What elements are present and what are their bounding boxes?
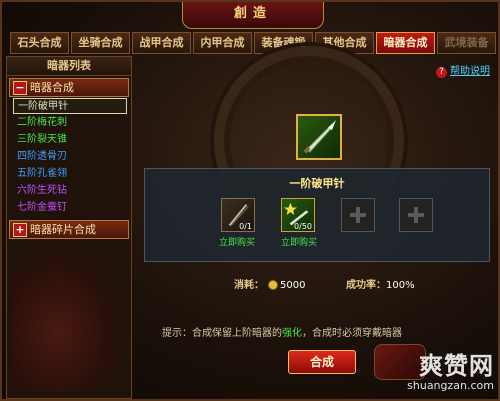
decorative-chest-image (11, 242, 127, 392)
recipe-item-name: 一阶破甲针 (289, 177, 345, 190)
list-item-tier5[interactable]: 五阶孔雀翎 (13, 166, 127, 182)
buy-now-link-2[interactable]: 立即购买 (281, 235, 317, 248)
tab-bar: 石头合成 坐骑合成 战甲合成 内甲合成 装备魂锻 其他合成 暗器合成 武境装备 (10, 32, 496, 54)
plus-icon (350, 207, 366, 223)
recipe-panel: 一阶破甲针 0/1 立即购买 0/50 立即购买 (144, 168, 490, 262)
collapse-icon[interactable]: − (13, 81, 27, 95)
tab-battle-armor-merge[interactable]: 战甲合成 (132, 32, 191, 54)
group-hidden-weapon-merge[interactable]: − 暗器合成 (9, 78, 129, 97)
tab-stone-merge[interactable]: 石头合成 (10, 32, 69, 54)
group-label: 暗器碎片合成 (30, 223, 96, 236)
watermark-title: 爽赞网 (419, 352, 494, 380)
buy-now-link-1[interactable]: 立即购买 (219, 235, 255, 248)
tab-inner-armor-merge[interactable]: 内甲合成 (193, 32, 252, 54)
rate-label: 成功率： (346, 280, 386, 291)
coin-icon (268, 280, 278, 290)
success-rate-display: 成功率：100% (346, 276, 415, 291)
cost-label: 消耗： (234, 280, 264, 291)
hint-highlight: 强化 (282, 328, 302, 339)
material-count: 0/50 (294, 222, 312, 231)
empty-material-slot-3[interactable] (341, 198, 375, 232)
crafting-window: 創造 石头合成 坐骑合成 战甲合成 内甲合成 装备魂锻 其他合成 暗器合成 武境… (0, 0, 500, 401)
list-item-tier4[interactable]: 四阶透骨刃 (13, 149, 127, 165)
expand-icon[interactable]: + (13, 223, 27, 237)
help-icon: ? (436, 67, 447, 78)
group-label: 暗器合成 (30, 81, 74, 94)
list-item-tier7[interactable]: 七阶金蚕钉 (13, 200, 127, 216)
material-slot-1[interactable]: 0/1 (221, 198, 255, 232)
list-item-tier2[interactable]: 二阶梅花刺 (13, 115, 127, 131)
cost-display: 消耗： 5000 (234, 276, 305, 291)
hidden-weapon-list-panel: 暗器列表 − 暗器合成 一阶破甲针 二阶梅花刺 三阶裂天锥 四阶透骨刃 五阶孔雀… (6, 56, 132, 399)
help-link-label[interactable]: 帮助说明 (450, 66, 490, 77)
material-count: 0/1 (239, 222, 252, 231)
crafting-main-area: ? 帮助说明 一阶破甲针 0/1 立即购买 0/50 立即购买 消耗： 5000… (136, 46, 496, 399)
group-fragment-merge[interactable]: + 暗器碎片合成 (9, 220, 129, 239)
tab-mount-merge[interactable]: 坐骑合成 (71, 32, 130, 54)
tab-martial-realm-equipment[interactable]: 武境装备 (437, 32, 496, 54)
material-slot-2[interactable]: 0/50 (281, 198, 315, 232)
dart-needle-icon (303, 120, 336, 154)
watermark-url: shuangzan.com (407, 379, 494, 392)
hint-suffix: ，合成时必须穿戴暗器 (302, 328, 402, 339)
site-watermark: 爽赞网 shuangzan.com (374, 353, 494, 397)
hint-text: 提示：合成保留上阶暗器的强化，合成时必须穿戴暗器 (162, 324, 402, 339)
rate-value: 100% (386, 280, 415, 291)
merge-button[interactable]: 合成 (288, 350, 356, 374)
target-item-slot[interactable] (296, 114, 342, 160)
empty-material-slot-4[interactable] (399, 198, 433, 232)
list-item-tier3[interactable]: 三阶裂天锥 (13, 132, 127, 148)
help-link[interactable]: ? 帮助说明 (436, 62, 490, 78)
cost-value: 5000 (280, 280, 306, 291)
list-item-tier1[interactable]: 一阶破甲针 (13, 98, 127, 114)
window-title: 創造 (182, 2, 324, 29)
tab-hidden-weapon-merge[interactable]: 暗器合成 (376, 32, 435, 54)
list-header: 暗器列表 (7, 57, 131, 76)
plus-icon (408, 207, 424, 223)
list-item-tier6[interactable]: 六阶生死钻 (13, 183, 127, 199)
hint-prefix: 提示：合成保留上阶暗器的 (162, 328, 282, 339)
